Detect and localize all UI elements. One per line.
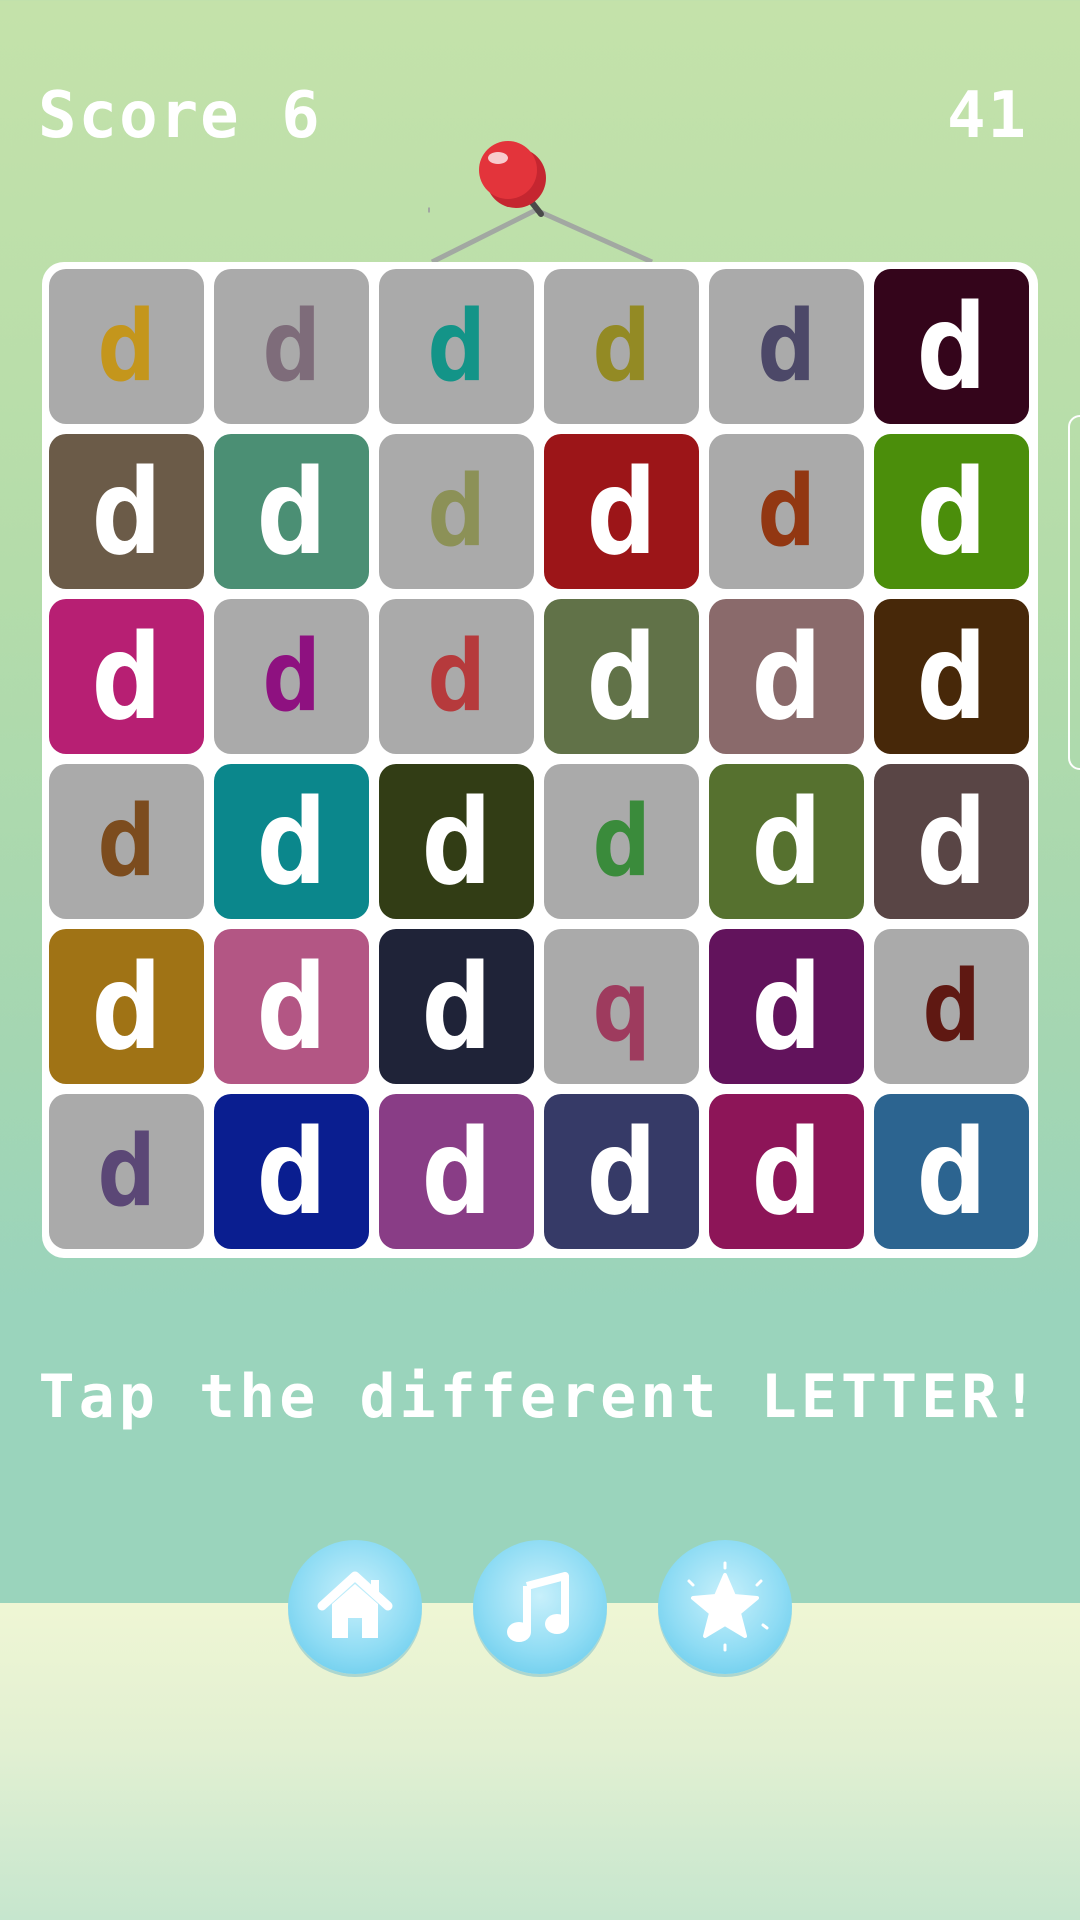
tile-letter: d bbox=[585, 442, 658, 581]
letter-tile[interactable]: d bbox=[709, 1094, 864, 1249]
tile-letter: d bbox=[420, 772, 493, 911]
tile-letter: d bbox=[96, 784, 156, 899]
letter-tile[interactable]: d bbox=[214, 764, 369, 919]
tile-letter: d bbox=[255, 772, 328, 911]
tile-letter: d bbox=[750, 937, 823, 1076]
pin-head-shadow bbox=[486, 148, 546, 208]
letter-tile[interactable]: d bbox=[544, 764, 699, 919]
tile-letter: d bbox=[915, 607, 988, 746]
tile-letter: d bbox=[585, 607, 658, 746]
letter-tile[interactable]: d bbox=[874, 599, 1029, 754]
music-button[interactable] bbox=[473, 1540, 607, 1674]
letter-tile[interactable]: d bbox=[49, 1094, 204, 1249]
letter-tile[interactable]: d bbox=[49, 434, 204, 589]
pin-highlight bbox=[488, 152, 508, 164]
tile-letter: d bbox=[90, 607, 163, 746]
letter-tile[interactable]: d bbox=[379, 1094, 534, 1249]
tile-letter: d bbox=[756, 454, 816, 569]
letter-tile[interactable]: d bbox=[379, 929, 534, 1084]
timer-label: 41 bbox=[946, 79, 1028, 153]
hanger-string-left-line bbox=[430, 207, 538, 265]
score-label: Score 6 bbox=[38, 79, 322, 153]
tile-letter: d bbox=[915, 277, 988, 416]
letter-tile[interactable]: d bbox=[214, 269, 369, 424]
hanger-string-right-line bbox=[534, 207, 654, 265]
tile-letter: d bbox=[915, 1102, 988, 1241]
tile-letter: d bbox=[426, 454, 486, 569]
tile-letter: d bbox=[261, 289, 321, 404]
tile-letter: d bbox=[585, 1102, 658, 1241]
letter-grid: dddddddddddddddddddddddddddqdddddddd bbox=[42, 262, 1038, 1258]
tile-letter: d bbox=[750, 1102, 823, 1241]
tile-letter: d bbox=[426, 289, 486, 404]
letter-tile[interactable]: d bbox=[214, 434, 369, 589]
letter-tile[interactable]: d bbox=[214, 1094, 369, 1249]
tile-letter: d bbox=[255, 937, 328, 1076]
tile-letter: d bbox=[96, 289, 156, 404]
tile-letter: d bbox=[750, 772, 823, 911]
tile-letter: d bbox=[591, 289, 651, 404]
letter-tile[interactable]: d bbox=[544, 1094, 699, 1249]
tile-letter: d bbox=[90, 937, 163, 1076]
letter-tile[interactable]: d bbox=[544, 269, 699, 424]
tile-letter: d bbox=[915, 442, 988, 581]
tile-letter: d bbox=[420, 1102, 493, 1241]
letter-tile[interactable]: d bbox=[49, 269, 204, 424]
instruction-text: Tap the different LETTER! bbox=[38, 1362, 1042, 1432]
letter-tile[interactable]: d bbox=[49, 929, 204, 1084]
letter-tile[interactable]: d bbox=[874, 929, 1029, 1084]
tile-letter: d bbox=[255, 1102, 328, 1241]
tile-letter: d bbox=[255, 442, 328, 581]
edge-panel-handle[interactable] bbox=[1068, 415, 1080, 770]
letter-tile[interactable]: d bbox=[379, 599, 534, 754]
music-note-icon bbox=[507, 1572, 569, 1642]
tile-letter: d bbox=[750, 607, 823, 746]
pin-needle bbox=[527, 197, 544, 217]
home-button[interactable] bbox=[288, 1540, 422, 1674]
letter-tile[interactable]: d bbox=[379, 434, 534, 589]
letter-tile[interactable]: d bbox=[709, 434, 864, 589]
tile-letter: d bbox=[420, 937, 493, 1076]
letter-tile[interactable]: d bbox=[544, 599, 699, 754]
letter-tile[interactable]: d bbox=[49, 764, 204, 919]
letter-tile[interactable]: d bbox=[709, 269, 864, 424]
letter-tile[interactable]: d bbox=[874, 764, 1029, 919]
letter-tile[interactable]: d bbox=[874, 269, 1029, 424]
letter-tile[interactable]: d bbox=[874, 434, 1029, 589]
tile-letter: d bbox=[756, 289, 816, 404]
rate-button[interactable] bbox=[658, 1540, 792, 1674]
letter-tile[interactable]: d bbox=[49, 599, 204, 754]
tile-letter: d bbox=[915, 772, 988, 911]
home-icon bbox=[317, 1571, 393, 1638]
tile-letter: d bbox=[261, 619, 321, 734]
pin-icon bbox=[479, 141, 537, 199]
letter-tile[interactable]: d bbox=[544, 434, 699, 589]
letter-tile[interactable]: q bbox=[544, 929, 699, 1084]
tile-letter: q bbox=[591, 949, 651, 1064]
tile-letter: d bbox=[591, 784, 651, 899]
letter-tile[interactable]: d bbox=[379, 269, 534, 424]
letter-tile[interactable]: d bbox=[214, 599, 369, 754]
tile-letter: d bbox=[921, 949, 981, 1064]
star-icon bbox=[687, 1561, 769, 1652]
letter-tile[interactable]: d bbox=[709, 764, 864, 919]
tile-letter: d bbox=[96, 1114, 156, 1229]
letter-tile[interactable]: d bbox=[709, 929, 864, 1084]
letter-tile[interactable]: d bbox=[379, 764, 534, 919]
letter-tile[interactable]: d bbox=[709, 599, 864, 754]
tile-letter: d bbox=[426, 619, 486, 734]
letter-tile[interactable]: d bbox=[874, 1094, 1029, 1249]
letter-tile[interactable]: d bbox=[214, 929, 369, 1084]
tile-letter: d bbox=[90, 442, 163, 581]
